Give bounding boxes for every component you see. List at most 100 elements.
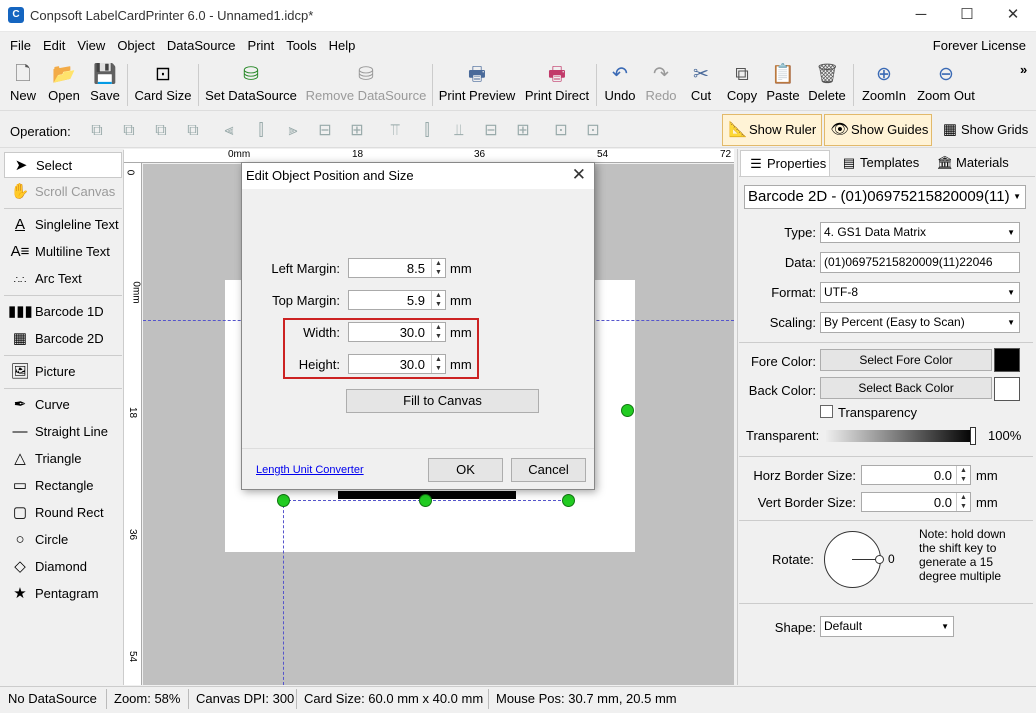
spin-arrows-icon[interactable]: ▲ ▼ (431, 291, 445, 309)
menu-print[interactable]: Print (242, 33, 281, 59)
zoom-in-button[interactable]: ⊕ ZoomIn (859, 62, 909, 108)
tool-rectangle[interactable]: ▭ Rectangle (4, 473, 122, 499)
transparency-slider[interactable] (826, 430, 974, 442)
select-back-color-button[interactable]: Select Back Color (820, 377, 992, 399)
tool-singleline-text[interactable]: A Singleline Text (4, 212, 122, 238)
undo-button[interactable]: ↶ Undo (602, 62, 638, 108)
menu-file[interactable]: File (4, 33, 37, 59)
tool-select[interactable]: ➤ Select (4, 152, 122, 178)
height-input[interactable] (349, 355, 429, 373)
minimize-button[interactable]: ─ (898, 0, 944, 32)
layer-front-icon[interactable]: ⧉ (86, 120, 108, 142)
center-canvas-icon[interactable]: ⊡ (582, 120, 604, 142)
tool-straight-line[interactable]: — Straight Line (4, 419, 122, 445)
tool-barcode-1d[interactable]: ▮▮▮ Barcode 1D (4, 299, 122, 325)
resize-handle[interactable] (562, 494, 575, 507)
horz-border-spinner[interactable]: ▲▼ (861, 465, 971, 485)
spin-arrows-icon[interactable]: ▲ ▼ (431, 259, 445, 277)
tool-multiline-text[interactable]: A≡ Multiline Text (4, 239, 122, 265)
tab-properties[interactable]: ☰ Properties (740, 150, 830, 176)
tool-curve[interactable]: ✒ Curve (4, 392, 122, 418)
tab-templates[interactable]: ▤ Templates (834, 150, 926, 176)
tool-arc-text[interactable]: ∴∴ Arc Text (4, 266, 122, 292)
top-margin-input[interactable] (349, 291, 429, 309)
menu-tools[interactable]: Tools (280, 33, 322, 59)
zoom-out-button[interactable]: ⊖ Zoom Out (914, 62, 978, 108)
data-input[interactable]: (01)06975215820009(11)22046 (820, 252, 1020, 273)
menu-datasource[interactable]: DataSource (161, 33, 242, 59)
resize-handle[interactable] (277, 494, 290, 507)
align-left-icon[interactable]: ⫷ (218, 120, 240, 142)
show-guides-toggle[interactable]: 👁Show Guides (824, 114, 932, 146)
rotate-dial-knob[interactable] (875, 555, 884, 564)
distribute-horizontal-icon[interactable]: ⊟ (314, 120, 336, 142)
copy-button[interactable]: ⧉ Copy (723, 62, 761, 108)
guide-line[interactable] (283, 500, 284, 685)
show-grids-toggle[interactable]: ▦ Show Grids (934, 114, 1034, 146)
shape-select[interactable]: Default ▼ (820, 616, 954, 637)
print-direct-button[interactable]: 🖶 Print Direct (522, 62, 592, 108)
tool-scroll-canvas[interactable]: ✋ Scroll Canvas (4, 179, 122, 205)
tool-triangle[interactable]: △ Triangle (4, 446, 122, 472)
close-window-button[interactable]: ✕ (990, 0, 1036, 32)
menu-help[interactable]: Help (323, 33, 362, 59)
print-preview-button[interactable]: 🖶 Print Preview (438, 62, 516, 108)
spin-arrows-icon[interactable]: ▲ ▼ (431, 355, 445, 373)
spin-arrows-icon[interactable]: ▲ ▼ (956, 466, 970, 484)
type-select[interactable]: 4. GS1 Data Matrix ▼ (820, 222, 1020, 243)
width-spinner[interactable]: ▲▼ (348, 322, 446, 342)
fill-to-canvas-button[interactable]: Fill to Canvas (346, 389, 539, 413)
format-select[interactable]: UTF-8 ▼ (820, 282, 1020, 303)
height-spinner[interactable]: ▲▼ (348, 354, 446, 374)
vert-border-input[interactable] (862, 493, 956, 511)
show-ruler-toggle[interactable]: 📐 Show Ruler (722, 114, 822, 146)
align-right-icon[interactable]: ⫸ (282, 120, 304, 142)
card-size-button[interactable]: ⊡ Card Size (133, 62, 193, 108)
tool-picture[interactable]: 🖼 Picture (4, 359, 122, 385)
open-button[interactable]: 📂 Open (45, 62, 83, 108)
tool-circle[interactable]: ○ Circle (4, 527, 122, 553)
set-datasource-button[interactable]: ⛁ Set DataSource (204, 62, 298, 108)
left-margin-spinner[interactable]: ▲▼ (348, 258, 446, 278)
length-unit-converter-link[interactable]: Length Unit Converter (256, 464, 364, 476)
left-margin-input[interactable] (349, 259, 429, 277)
remove-datasource-button[interactable]: ⛁ Remove DataSource (304, 62, 428, 108)
slider-thumb[interactable] (970, 427, 976, 445)
same-size-icon[interactable]: ⊡ (550, 120, 572, 142)
transparency-checkbox[interactable] (820, 405, 833, 418)
tool-barcode-2d[interactable]: ▦ Barcode 2D (4, 326, 122, 352)
resize-handle[interactable] (419, 494, 432, 507)
select-fore-color-button[interactable]: Select Fore Color (820, 349, 992, 371)
tab-materials[interactable]: 🏛 Materials (930, 150, 1026, 176)
tool-round-rect[interactable]: ▢ Round Rect (4, 500, 122, 526)
menu-edit[interactable]: Edit (37, 33, 71, 59)
spin-arrows-icon[interactable]: ▲ ▼ (431, 323, 445, 341)
menu-view[interactable]: View (71, 33, 111, 59)
width-input[interactable] (349, 323, 429, 341)
align-middle-icon[interactable]: ⫿ (416, 120, 438, 142)
delete-button[interactable]: 🗑 Delete (806, 62, 848, 108)
same-height-icon[interactable]: ⊞ (512, 120, 534, 142)
ok-button[interactable]: OK (428, 458, 503, 482)
dialog-close-icon[interactable]: ✕ (572, 165, 586, 185)
maximize-button[interactable]: ☐ (944, 0, 990, 32)
toolbar-overflow-button[interactable]: » (1020, 62, 1027, 77)
distribute-vertical-icon[interactable]: ⊟ (480, 120, 502, 142)
align-center-icon[interactable]: ⫿ (250, 120, 272, 142)
cancel-button[interactable]: Cancel (511, 458, 586, 482)
object-select[interactable]: Barcode 2D - (01)06975215820009(11) ▼ (744, 185, 1026, 209)
menu-object[interactable]: Object (111, 33, 161, 59)
layer-down-icon[interactable]: ⧉ (182, 120, 204, 142)
new-button[interactable]: 🗋 New (6, 62, 40, 108)
tool-pentagram[interactable]: ★ Pentagram (4, 581, 122, 607)
align-top-icon[interactable]: ⫪ (384, 120, 406, 142)
layer-back-icon[interactable]: ⧉ (118, 120, 140, 142)
horz-border-input[interactable] (862, 466, 956, 484)
same-width-icon[interactable]: ⊞ (346, 120, 368, 142)
align-bottom-icon[interactable]: ⫫ (448, 120, 470, 142)
top-margin-spinner[interactable]: ▲▼ (348, 290, 446, 310)
tool-diamond[interactable]: ◇ Diamond (4, 554, 122, 580)
resize-handle[interactable] (621, 404, 634, 417)
save-button[interactable]: 💾 Save (88, 62, 122, 108)
scaling-select[interactable]: By Percent (Easy to Scan) ▼ (820, 312, 1020, 333)
